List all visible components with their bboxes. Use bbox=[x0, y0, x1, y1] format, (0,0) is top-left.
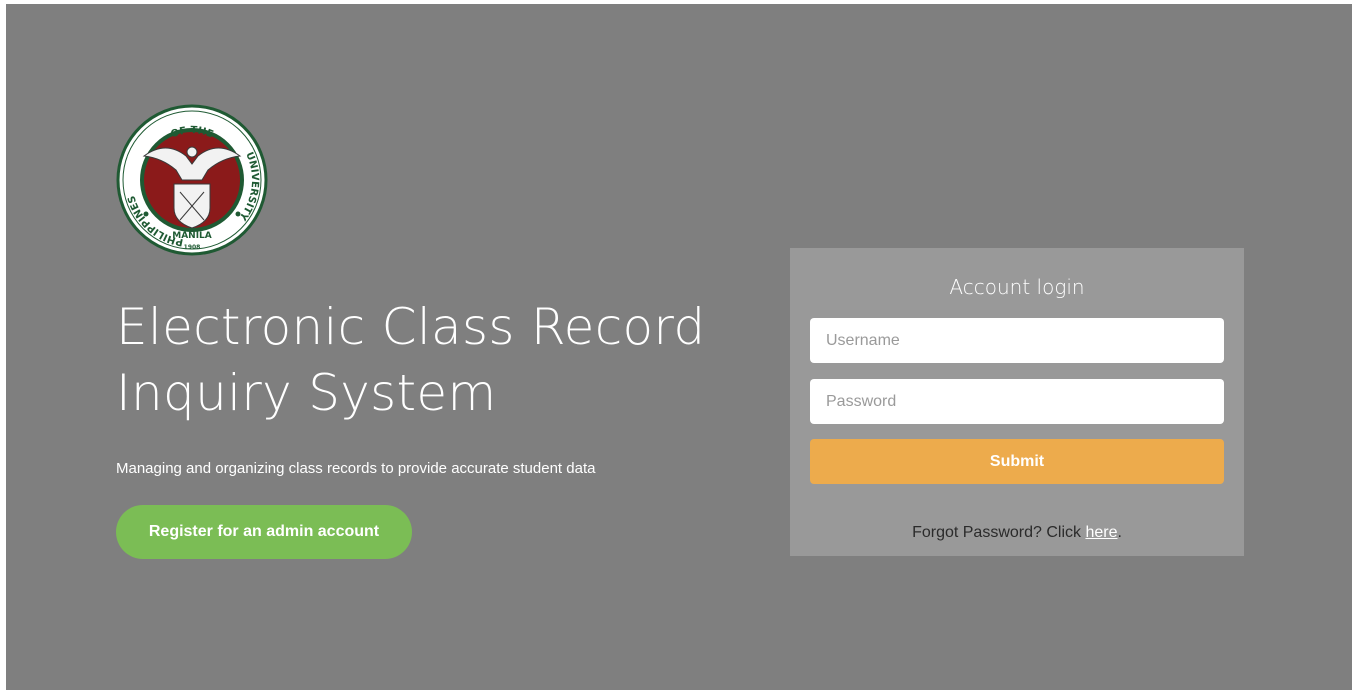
forgot-password-text: Forgot Password? Click here. bbox=[790, 522, 1244, 544]
login-panel-title: Account login bbox=[949, 275, 1085, 299]
page-title-line-2: Inquiry System bbox=[116, 364, 497, 422]
university-seal-logo: OF THE UNIVERSITY PHILIPPINES MANILA 190… bbox=[116, 104, 268, 256]
forgot-password-suffix: . bbox=[1117, 524, 1122, 541]
forgot-password-prefix: Forgot Password? Click bbox=[912, 524, 1086, 541]
username-input[interactable] bbox=[810, 318, 1224, 363]
svg-text:MANILA: MANILA bbox=[172, 231, 212, 241]
shield-icon bbox=[173, 183, 211, 229]
password-input[interactable] bbox=[810, 379, 1224, 424]
forgot-password-link[interactable]: here bbox=[1085, 524, 1117, 541]
page-title: Electronic Class Record Inquiry System bbox=[116, 294, 756, 426]
register-admin-button[interactable]: Register for an admin account bbox=[116, 505, 412, 559]
page-title-line-1: Electronic Class Record bbox=[116, 298, 706, 356]
submit-button[interactable]: Submit bbox=[810, 439, 1224, 484]
login-panel: Account login Submit Forgot Password? Cl… bbox=[790, 248, 1244, 556]
page-background: OF THE UNIVERSITY PHILIPPINES MANILA 190… bbox=[6, 4, 1352, 690]
page-subtitle: Managing and organizing class records to… bbox=[116, 460, 596, 477]
svg-text:1908: 1908 bbox=[184, 244, 201, 251]
